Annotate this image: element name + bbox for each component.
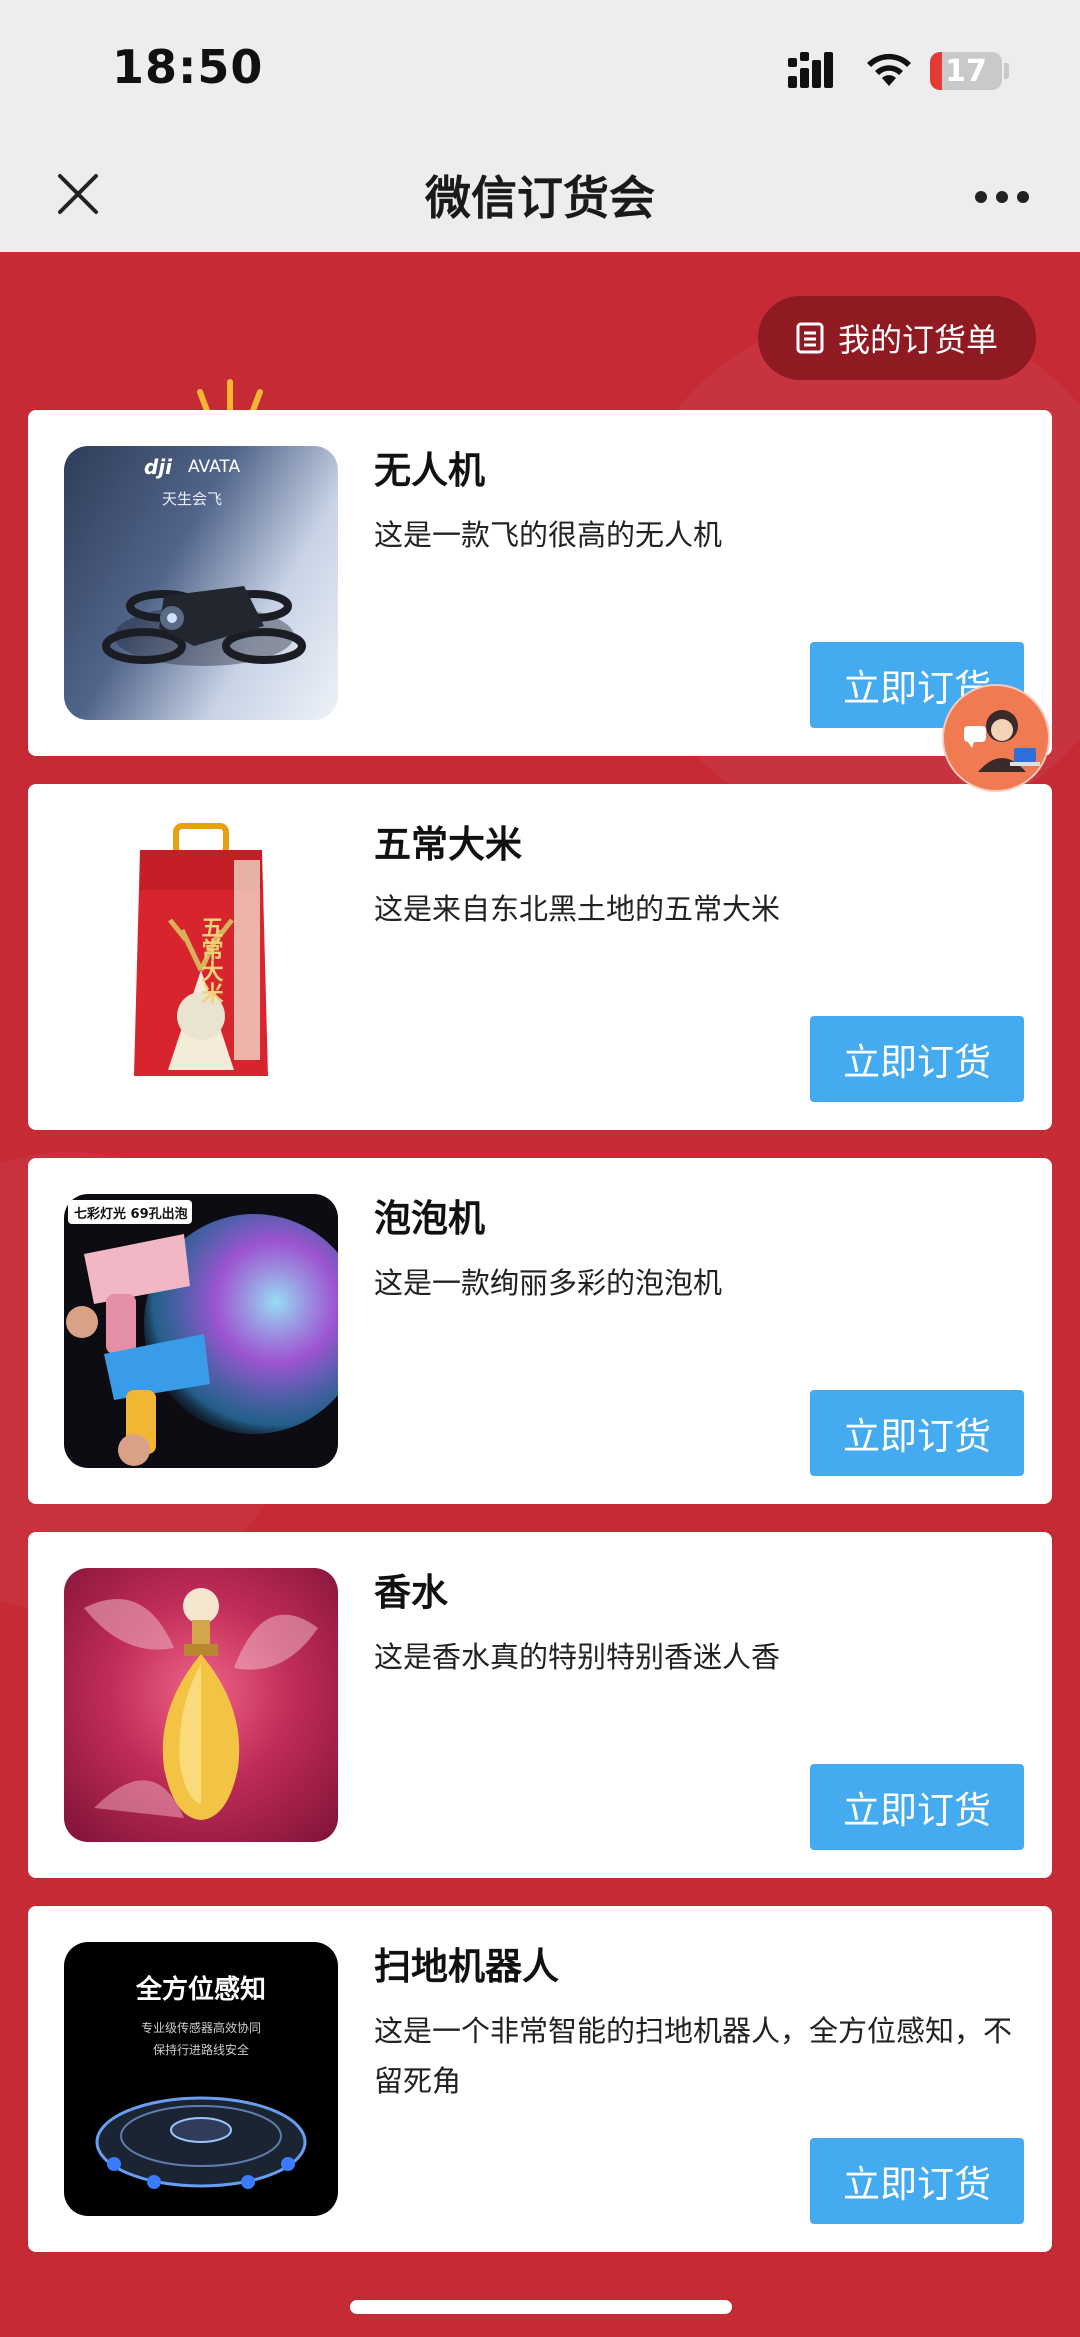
vacuum-subtext-2: 保持行进路线安全	[153, 2042, 249, 2057]
drone-picture: dji AVATA 天生会飞	[102, 455, 306, 666]
nav-bar: 微信订货会	[0, 140, 1080, 252]
drone-slogan-text: 天生会飞	[162, 490, 222, 508]
bubble-machine-picture: 七彩灯光 69孔出泡	[66, 1200, 338, 1466]
product-image-perfume	[64, 1568, 338, 1842]
bubble-badge-text: 七彩灯光 69孔出泡	[74, 1206, 188, 1222]
my-orders-label: 我的订货单	[837, 321, 998, 359]
product-card-perfume: 香水 这是香水真的特别特别香迷人香 立即订货	[28, 1532, 1052, 1878]
wifi-icon	[867, 53, 911, 86]
product-description: 这是香水真的特别特别香迷人香	[374, 1640, 781, 1674]
more-icon[interactable]	[974, 190, 1030, 204]
my-orders-button[interactable]: 我的订货单	[758, 296, 1036, 380]
list-icon	[796, 322, 824, 354]
product-card-drone: dji AVATA 天生会飞 无人机 这是一款飞的很高的无人机 立即订货	[28, 410, 1052, 756]
product-title: 无人机	[374, 449, 485, 492]
customer-service-avatar[interactable]	[942, 684, 1050, 792]
perfume-picture	[84, 1588, 318, 1820]
product-image-drone: dji AVATA 天生会飞	[64, 446, 338, 720]
robot-vacuum-picture: 全方位感知 专业级传感器高效协同 保持行进路线安全	[95, 1974, 307, 2189]
battery-level: 17	[945, 54, 987, 89]
rice-brand-text: 五常大米	[198, 916, 224, 1004]
order-now-button[interactable]: 立即订货	[810, 2138, 1024, 2224]
product-title: 香水	[374, 1571, 448, 1614]
order-now-button[interactable]: 立即订货	[810, 1390, 1024, 1476]
signal-icon	[788, 52, 833, 88]
order-now-button[interactable]: 立即订货	[810, 1764, 1024, 1850]
product-card-robot-vacuum: 全方位感知 专业级传感器高效协同 保持行进路线安全 扫地机器人 这是一个非常智能…	[28, 1906, 1052, 2252]
page-title: 微信订货会	[425, 171, 655, 225]
drone-brand-text: AVATA	[188, 457, 240, 477]
battery-icon: 17	[930, 52, 1002, 90]
rice-bag-picture: 五常大米	[134, 823, 268, 1076]
vacuum-headline-text: 全方位感知	[135, 1974, 266, 2005]
product-title: 五常大米	[374, 823, 522, 866]
product-description: 这是一款飞的很高的无人机	[374, 518, 723, 552]
home-indicator[interactable]	[350, 2300, 732, 2314]
vacuum-subtext-1: 专业级传感器高效协同	[141, 2020, 261, 2035]
product-card-bubble-machine: 七彩灯光 69孔出泡 泡泡机 这是一款绚丽多彩的泡泡机 立即订货	[28, 1158, 1052, 1504]
product-image-rice: 五常大米	[64, 820, 338, 1094]
svg-text:dji: dji	[144, 455, 173, 479]
product-title: 泡泡机	[374, 1197, 485, 1240]
product-title: 扫地机器人	[374, 1945, 559, 1988]
product-description: 这是一个非常智能的扫地机器人，全方位感知，不留死角	[374, 2014, 1013, 2098]
order-now-button[interactable]: 立即订货	[810, 1016, 1024, 1102]
battery-nub	[1004, 63, 1009, 79]
support-agent-icon	[944, 686, 1048, 790]
product-description: 这是一款绚丽多彩的泡泡机	[374, 1266, 723, 1300]
status-time: 18:50	[112, 40, 264, 94]
product-description: 这是来自东北黑土地的五常大米	[374, 892, 781, 926]
main-content: 我的订货单 dji AVATA 天生会飞 无人机 这是一款飞的很高的无人机 立即…	[0, 252, 1080, 2337]
product-card-rice: 五常大米 五常大米 这是来自东北黑土地的五常大米 立即订货	[28, 784, 1052, 1130]
product-image-robot-vacuum: 全方位感知 专业级传感器高效协同 保持行进路线安全	[64, 1942, 338, 2216]
status-bar: 18:50 17	[0, 0, 1080, 140]
product-image-bubble-machine: 七彩灯光 69孔出泡	[64, 1194, 338, 1468]
